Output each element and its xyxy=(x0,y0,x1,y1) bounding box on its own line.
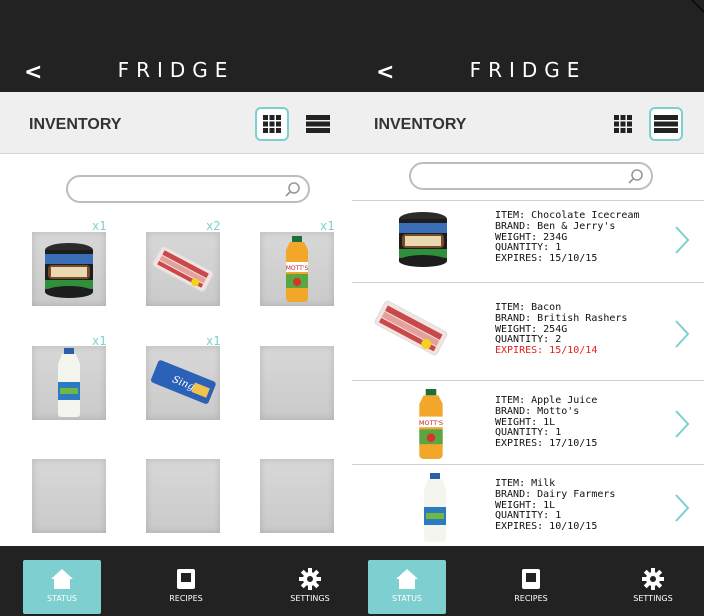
chevron-right-icon[interactable] xyxy=(674,225,690,255)
tile-quantity: x2 xyxy=(206,219,221,233)
list-icon xyxy=(306,115,330,133)
tab-label: SETTINGS xyxy=(290,594,330,603)
icecream-image xyxy=(399,212,447,267)
inventory-label: INVENTORY xyxy=(29,116,122,133)
item-details: ITEM: Chocolate Icecream BRAND: Ben & Je… xyxy=(495,210,640,265)
apple-juice-image: MOTT'S xyxy=(419,389,443,459)
tab-settings[interactable]: SETTINGS xyxy=(614,560,692,614)
list-view-button[interactable] xyxy=(649,107,683,141)
search-input[interactable] xyxy=(80,177,272,201)
tile-quantity: x1 xyxy=(92,219,107,233)
tab-recipes[interactable]: RECIPES xyxy=(492,560,570,614)
item-details: ITEM: Milk BRAND: Dairy Farmers WEIGHT: … xyxy=(495,478,616,533)
search-icon[interactable] xyxy=(282,180,302,200)
item-brand: BRAND: Dairy Farmers xyxy=(495,488,616,500)
chevron-right-icon[interactable] xyxy=(674,319,690,349)
page-title: FRIDGE xyxy=(469,58,587,82)
tab-recipes[interactable]: RECIPES xyxy=(147,560,225,614)
app-header: < FRIDGE xyxy=(352,0,704,92)
item-details: ITEM: Apple Juice BRAND: Motto's WEIGHT:… xyxy=(495,395,598,450)
item-brand: BRAND: Motto's xyxy=(495,405,580,417)
tile-quantity: x1 xyxy=(320,219,335,233)
icecream-image xyxy=(45,243,93,298)
list-item-icecream[interactable]: ITEM: Chocolate Icecream BRAND: Ben & Je… xyxy=(352,200,704,282)
list-icon xyxy=(654,115,678,133)
home-icon xyxy=(51,569,73,589)
gear-icon xyxy=(642,568,664,590)
apple-juice-image: MOTT'S xyxy=(286,236,309,302)
tab-label: SETTINGS xyxy=(633,594,673,603)
cheese-singles-image: Singles xyxy=(151,360,216,404)
search-input[interactable] xyxy=(423,164,615,188)
item-brand: BRAND: Ben & Jerry's xyxy=(495,220,616,232)
item-details: ITEM: Bacon BRAND: British Rashers WEIGH… xyxy=(495,302,628,357)
svg-text:MOTT'S: MOTT'S xyxy=(286,265,309,272)
search-bar[interactable] xyxy=(66,175,310,203)
tab-status[interactable]: STATUS xyxy=(23,560,101,614)
milk-image xyxy=(58,348,80,417)
home-icon xyxy=(396,569,418,589)
page-title: FRIDGE xyxy=(117,58,235,82)
bacon-image xyxy=(152,246,214,292)
inventory-bar: INVENTORY xyxy=(352,92,704,154)
grid-icon xyxy=(614,115,632,133)
grid-tile-empty[interactable] xyxy=(32,459,106,533)
item-expires: EXPIRES: 17/10/15 xyxy=(495,438,598,450)
chevron-right-icon[interactable] xyxy=(674,409,690,439)
bottom-tab-bar: STATUS RECIPES SETTINGS xyxy=(0,546,352,616)
grid-icon xyxy=(263,115,281,133)
tab-settings[interactable]: SETTINGS xyxy=(271,560,349,614)
tab-label: STATUS xyxy=(391,594,422,603)
bacon-image xyxy=(374,300,448,356)
milk-image xyxy=(424,473,446,542)
grid-view-screen: < FRIDGE INVENTORY x1 x2 x1 MOTT'S x1 x1… xyxy=(0,0,352,616)
gear-icon xyxy=(299,568,321,590)
list-item-apple-juice[interactable]: MOTT'S ITEM: Apple Juice BRAND: Motto's … xyxy=(352,380,704,464)
list-item-bacon[interactable]: ITEM: Bacon BRAND: British Rashers WEIGH… xyxy=(352,282,704,380)
tab-label: RECIPES xyxy=(169,594,203,603)
grid-tile-bacon[interactable] xyxy=(146,232,220,306)
chevron-right-icon[interactable] xyxy=(674,493,690,523)
item-expires-overdue: EXPIRES: 15/10/14 xyxy=(495,345,598,357)
app-header: < FRIDGE xyxy=(0,0,352,92)
book-icon xyxy=(177,569,195,589)
grid-tile-empty[interactable] xyxy=(260,346,334,420)
svg-text:MOTT'S: MOTT'S xyxy=(419,420,443,427)
item-expires: EXPIRES: 15/10/15 xyxy=(495,253,598,265)
grid-tile-milk[interactable] xyxy=(32,346,106,420)
list-item-milk[interactable]: ITEM: Milk BRAND: Dairy Farmers WEIGHT: … xyxy=(352,464,704,546)
book-icon xyxy=(522,569,540,589)
page-corner xyxy=(692,0,704,12)
search-icon[interactable] xyxy=(625,167,645,187)
tab-label: RECIPES xyxy=(514,594,548,603)
grid-tile-empty[interactable] xyxy=(146,459,220,533)
bottom-tab-bar: STATUS RECIPES SETTINGS xyxy=(352,546,704,616)
grid-view-button[interactable] xyxy=(606,107,640,141)
search-bar[interactable] xyxy=(409,162,653,190)
inventory-label: INVENTORY xyxy=(374,116,467,133)
item-brand: BRAND: British Rashers xyxy=(495,312,628,324)
grid-view-button[interactable] xyxy=(255,107,289,141)
list-view-button[interactable] xyxy=(301,107,335,141)
item-expires: EXPIRES: 10/10/15 xyxy=(495,521,598,533)
tab-label: STATUS xyxy=(46,594,77,603)
grid-tile-apple-juice[interactable]: MOTT'S xyxy=(260,232,334,306)
grid-tile-empty[interactable] xyxy=(260,459,334,533)
list-view-screen: < FRIDGE INVENTORY ITEM: Chocolate Icecr… xyxy=(352,0,704,616)
tab-status[interactable]: STATUS xyxy=(368,560,446,614)
grid-tile-cheese[interactable]: Singles xyxy=(146,346,220,420)
inventory-bar: INVENTORY xyxy=(0,92,352,154)
grid-tile-icecream[interactable] xyxy=(32,232,106,306)
